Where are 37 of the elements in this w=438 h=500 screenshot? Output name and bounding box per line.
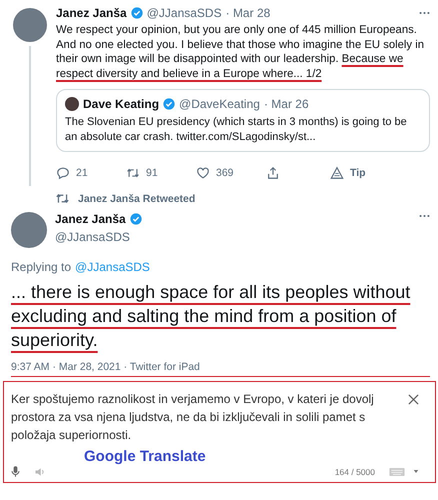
replying-label: Replying to xyxy=(11,260,72,274)
tweet-timestamp[interactable]: 9:37 AM · Mar 28, 2021 · Twitter for iPad xyxy=(11,361,430,377)
character-counter: 164 / 5000 xyxy=(334,466,375,476)
more-icon[interactable] xyxy=(419,11,430,15)
more-icon[interactable] xyxy=(419,214,430,218)
author-name[interactable]: Janez Janša xyxy=(56,6,127,20)
retweet-icon xyxy=(55,192,70,205)
mention-link[interactable]: @JJansaSDS xyxy=(75,260,150,274)
warning-triangle-icon[interactable] xyxy=(330,166,344,180)
action-label[interactable]: 91 xyxy=(146,167,158,179)
action-label[interactable]: Tip xyxy=(350,167,366,179)
action-label[interactable]: 21 xyxy=(76,167,88,179)
author-handle: @DaveKeating xyxy=(179,97,260,111)
action-label[interactable]: 369 xyxy=(216,167,234,179)
quoted-tweet-text: The Slovenian EU presidency (which starts in 3 months) is going to be an absolute car crash. twitter.com/SLagodinsky/st... xyxy=(65,115,408,144)
caret-icon[interactable] xyxy=(413,469,419,474)
author-name: Dave Keating xyxy=(83,97,160,111)
retweet-icon[interactable] xyxy=(126,166,140,180)
close-icon[interactable] xyxy=(408,394,419,405)
tweet-date: · Mar 26 xyxy=(264,97,309,111)
retweeted-label[interactable]: Janez Janša Retweeted xyxy=(78,192,196,204)
annotation-label: Google Translate xyxy=(84,448,207,465)
author-name[interactable]: Janez Janša xyxy=(55,212,126,226)
author-handle[interactable]: @JJansaSDS xyxy=(55,230,142,244)
quoted-tweet-card[interactable]: Dave Keating @DaveKeating · Mar 26 The Slovenian EU presidency (which starts in 3 months) is going to be an absolute car crash. twitter.com/SLagodinsky/st... xyxy=(56,89,430,152)
author-handle[interactable]: @JJansaSDS xyxy=(146,6,222,20)
translated-text: Ker spoštujemo raznolikost in verjamemo v Evropo, v kateri je dovolj prostora za vsa njena ljudstva, ne da bi izključevali in solili pamet s položaja superiornosti. xyxy=(11,391,375,444)
avatar-placeholder[interactable] xyxy=(11,212,47,248)
heart-icon[interactable] xyxy=(196,166,210,180)
avatar-placeholder xyxy=(65,97,79,111)
speech-bubble-icon[interactable] xyxy=(56,166,70,180)
microphone-icon[interactable] xyxy=(11,465,20,478)
tweet-date[interactable]: · Mar 28 xyxy=(226,6,270,20)
avatar-placeholder[interactable] xyxy=(13,8,47,42)
share-icon[interactable] xyxy=(266,166,280,180)
tweet-text: ... there is enough space for all its peoples without excluding and salting the mind from a position of superiority. xyxy=(11,281,412,352)
tweet-text: We respect your opinion, but you are only one of 445 million Europeans. And no one elected you. I believe that those who imagine the EU solely in their own image will be disappointed with our leadership. Because we respect diversity and believe in a Europe where... 1/2 xyxy=(56,23,426,81)
